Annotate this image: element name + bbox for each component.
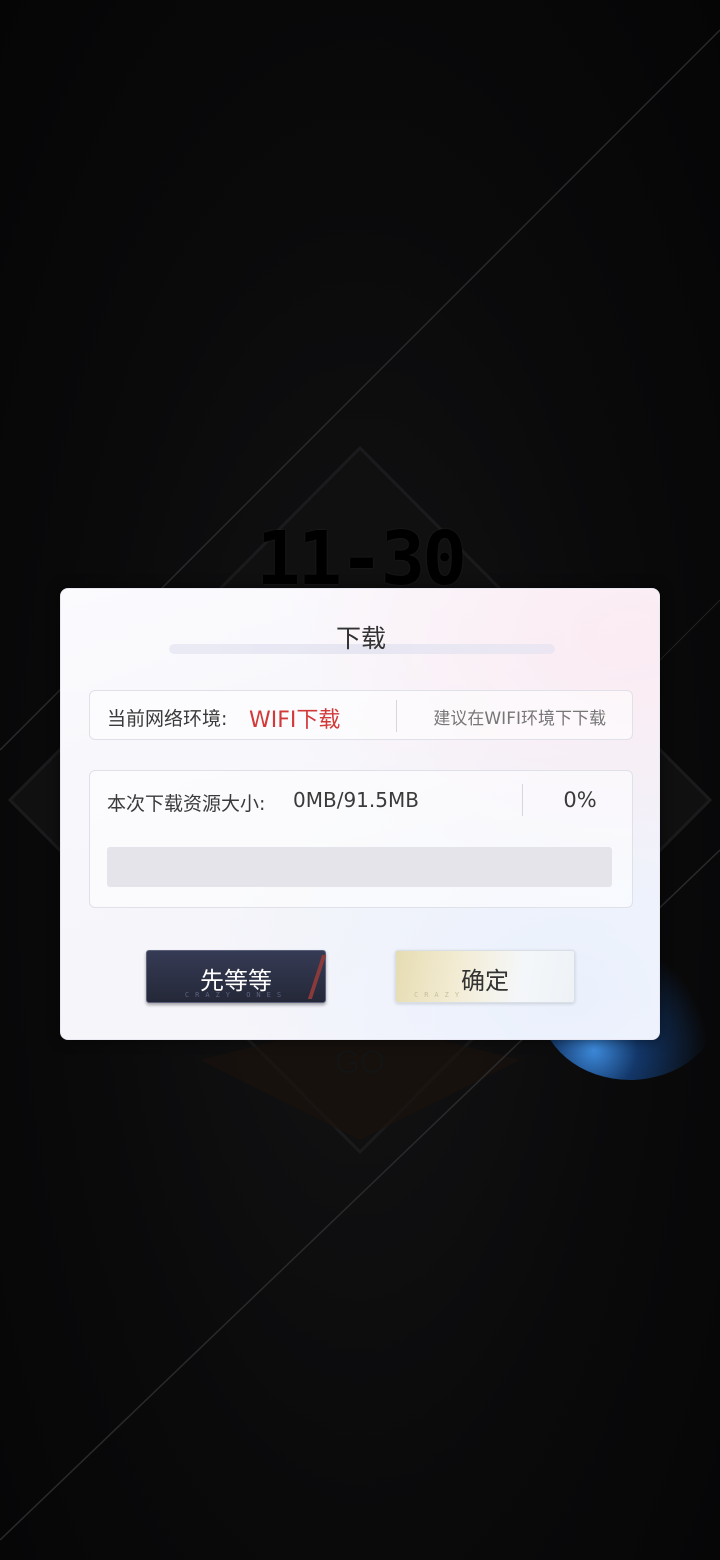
download-size-value: 0MB/91.5MB (293, 788, 419, 812)
network-label: 当前网络环境: (107, 708, 228, 730)
download-percent: 0% (563, 788, 597, 812)
network-divider (396, 700, 397, 732)
confirm-button[interactable]: 确定 CRAZY (395, 950, 575, 1003)
wait-button-sub-text: CRAZY ONES (184, 991, 288, 999)
download-size-label: 本次下载资源大小: (107, 793, 266, 815)
wait-button[interactable]: 先等等 CRAZY ONES (146, 950, 327, 1003)
confirm-button-sub-text: CRAZY (414, 991, 466, 999)
download-dialog: 下载 当前网络环境: WIFI下载 建议在WIFI环境下下载 本次下载资源大小:… (60, 588, 660, 1040)
network-value: WIFI下载 (249, 708, 341, 733)
download-size-panel: 本次下载资源大小: 0MB/91.5MB 0% (89, 770, 633, 908)
dialog-title: 下载 (335, 624, 386, 653)
download-progress-bar (107, 847, 612, 887)
size-divider (522, 784, 523, 816)
network-info-panel: 当前网络环境: WIFI下载 建议在WIFI环境下下载 (89, 690, 633, 740)
game-screen: 11-30 GO 下载 当前网络环境: WIFI下载 建议在WIFI环境下下载 … (0, 0, 720, 1560)
network-hint: 建议在WIFI环境下下载 (433, 709, 606, 729)
